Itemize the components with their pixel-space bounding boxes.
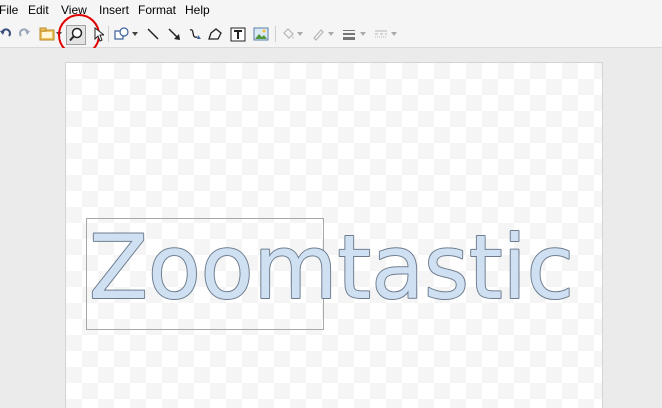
menu-insert[interactable]: Insert bbox=[99, 3, 129, 17]
menu-help[interactable]: Help bbox=[185, 3, 210, 17]
menu-edit[interactable]: Edit bbox=[28, 3, 49, 17]
zoom-selection-box[interactable] bbox=[86, 218, 324, 330]
image-icon[interactable] bbox=[38, 21, 55, 47]
menu-bar: File Edit View Insert Format Help bbox=[0, 0, 662, 21]
menu-file[interactable]: File bbox=[0, 3, 18, 17]
undo-icon[interactable] bbox=[0, 21, 12, 47]
redo-icon[interactable] bbox=[17, 21, 31, 47]
menu-format[interactable]: Format bbox=[138, 3, 176, 17]
